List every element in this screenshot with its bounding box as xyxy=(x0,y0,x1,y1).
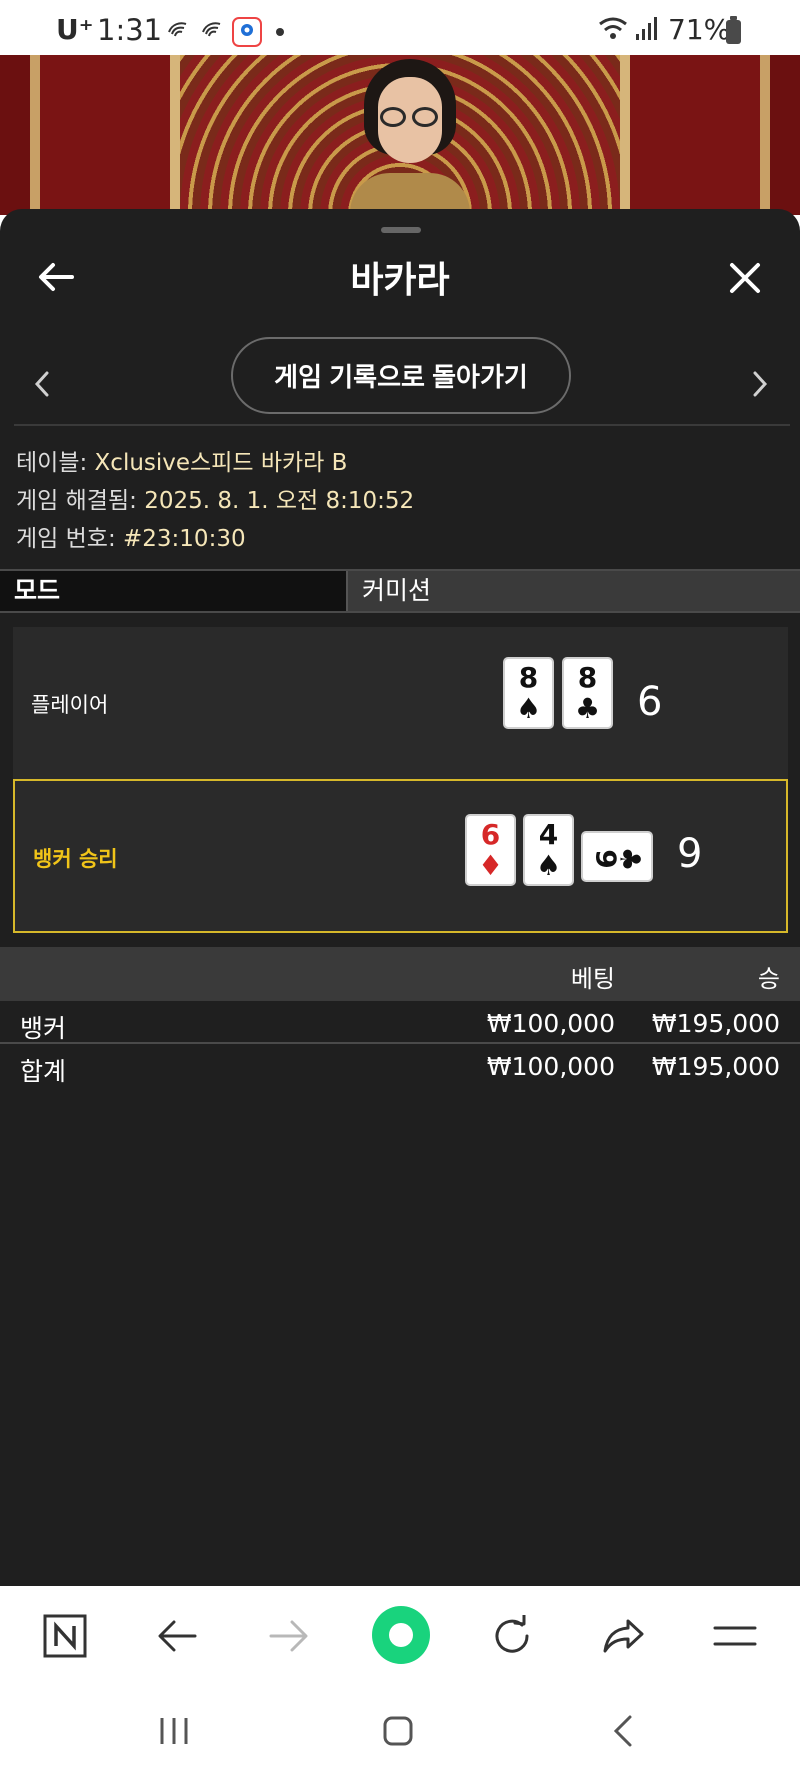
mode-label: 모드 xyxy=(0,571,346,611)
next-game-button[interactable] xyxy=(742,359,778,409)
browser-forward-button[interactable] xyxy=(261,1608,317,1664)
signal-icon xyxy=(636,17,657,40)
back-to-history-button[interactable]: 게임 기록으로 돌아가기 xyxy=(231,337,571,414)
chevron-right-icon xyxy=(753,371,768,397)
banker-score: 9 xyxy=(677,831,703,877)
page-title: 바카라 xyxy=(350,260,450,301)
notification-icon xyxy=(168,22,187,37)
notification-dot xyxy=(276,28,284,36)
menu-button[interactable] xyxy=(707,1608,763,1664)
live-video[interactable] xyxy=(0,55,800,215)
divider xyxy=(14,424,790,426)
banker-card-2: 4 ♠ xyxy=(523,814,574,886)
win-amount: ₩195,000 xyxy=(651,1009,780,1038)
table-info: 테이블: Xclusive스피드 바카라 B xyxy=(16,443,347,477)
mode-row: 모드 커미션 xyxy=(0,569,800,613)
win-column-header: 승 xyxy=(757,965,780,993)
system-back-button[interactable] xyxy=(598,1706,648,1756)
resolved-value: 2025. 8. 1. 오전 8:10:52 xyxy=(144,488,415,514)
card-rank: 6 xyxy=(480,818,501,851)
close-icon xyxy=(730,263,760,293)
reload-icon xyxy=(495,1615,529,1653)
home-icon xyxy=(383,1716,413,1746)
banker-win-label: 뱅커 승리 xyxy=(33,847,118,871)
dealer-image xyxy=(350,55,470,215)
bet-amount: ₩100,000 xyxy=(486,1052,615,1081)
player-label: 플레이어 xyxy=(31,693,109,717)
player-score: 6 xyxy=(637,679,663,725)
card-rank: 8 xyxy=(577,661,598,694)
back-icon xyxy=(613,1715,632,1747)
spade-icon: ♠ xyxy=(535,849,562,882)
game-history-sheet: 바카라 게임 기록으로 돌아가기 테이블: Xclusive스피드 바카라 B … xyxy=(0,209,800,1586)
chevron-left-icon xyxy=(34,371,49,397)
banker-card-3: 9 ♣ xyxy=(581,831,653,882)
system-nav-bar xyxy=(0,1684,800,1778)
browser-back-button[interactable] xyxy=(149,1608,205,1664)
curtain-right xyxy=(620,55,800,215)
battery-percent: 71% xyxy=(668,13,731,46)
status-bar: U⁺ 1:31 71% xyxy=(0,0,800,55)
table-value: Xclusive스피드 바카라 B xyxy=(94,450,348,476)
center-circle-icon[interactable] xyxy=(372,1606,430,1664)
club-icon: ♣ xyxy=(613,845,647,872)
browser-toolbar xyxy=(0,1586,800,1684)
clock: 1:31 xyxy=(97,13,163,47)
home-n-button[interactable] xyxy=(37,1608,93,1664)
share-button[interactable] xyxy=(596,1608,652,1664)
notification-icon xyxy=(202,22,221,37)
reload-button[interactable] xyxy=(484,1608,540,1664)
game-number-value: #23:10:30 xyxy=(123,526,246,552)
resolved-label: 게임 해결됨: xyxy=(16,488,137,514)
club-icon: ♣ xyxy=(574,692,601,725)
home-n-icon xyxy=(43,1614,87,1658)
game-number-info: 게임 번호: #23:10:30 xyxy=(16,519,246,553)
recent-apps-icon xyxy=(160,1718,188,1744)
player-card-1: 8 ♠ xyxy=(503,657,554,729)
close-button[interactable] xyxy=(718,251,772,305)
forward-arrow-icon xyxy=(269,1620,308,1652)
bet-column-header: 베팅 xyxy=(570,965,615,993)
curtain-left xyxy=(0,55,180,215)
resolved-info: 게임 해결됨: 2025. 8. 1. 오전 8:10:52 xyxy=(16,481,414,515)
bet-name: 합계 xyxy=(20,1057,67,1086)
home-button[interactable] xyxy=(373,1706,423,1756)
diamond-icon: ♦ xyxy=(477,849,504,882)
bet-amount: ₩100,000 xyxy=(486,1009,615,1038)
banker-hand: 뱅커 승리 6 ♦ 4 ♠ 9 ♣ 9 xyxy=(13,779,788,933)
drag-handle[interactable] xyxy=(381,227,421,233)
player-hand: 플레이어 8 ♠ 8 ♣ 6 xyxy=(13,627,788,779)
share-icon xyxy=(603,1619,644,1653)
recent-apps-button[interactable] xyxy=(149,1706,199,1756)
menu-icon xyxy=(713,1626,757,1646)
bets-table-header: 베팅 승 xyxy=(0,947,800,1001)
banker-card-1: 6 ♦ xyxy=(465,814,516,886)
card-rank: 8 xyxy=(518,661,539,694)
spade-icon: ♠ xyxy=(515,692,542,725)
table-row: 뱅커 ₩100,000 ₩195,000 xyxy=(0,1002,800,1044)
player-card-2: 8 ♣ xyxy=(562,657,613,729)
table-label: 테이블: xyxy=(16,450,88,476)
location-icon xyxy=(232,17,262,47)
mode-value: 커미션 xyxy=(346,571,800,611)
back-arrow-icon xyxy=(158,1620,197,1652)
carrier-label: U⁺ xyxy=(56,13,94,46)
battery-icon xyxy=(726,16,741,44)
card-rank: 4 xyxy=(538,818,559,851)
bet-name: 뱅커 xyxy=(20,1014,67,1043)
previous-game-button[interactable] xyxy=(24,359,60,409)
table-row-total: 합계 ₩100,000 ₩195,000 xyxy=(0,1045,800,1087)
game-number-label: 게임 번호: xyxy=(16,526,116,552)
win-amount: ₩195,000 xyxy=(651,1052,780,1081)
wifi-icon xyxy=(599,17,627,39)
